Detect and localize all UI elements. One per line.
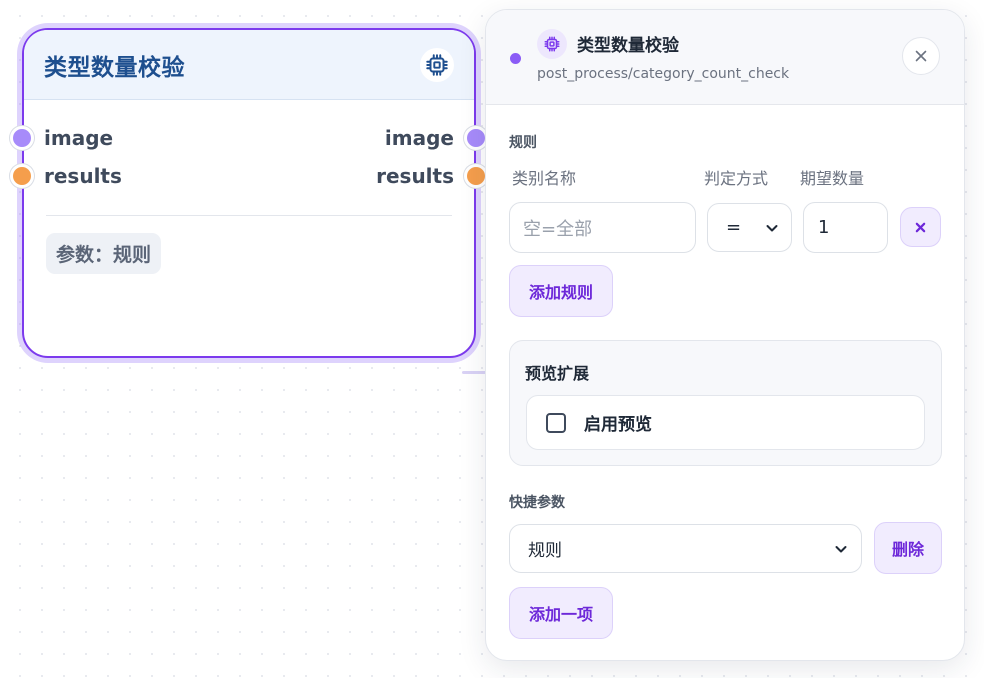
node-divider xyxy=(46,215,452,216)
param-tag: 参数：规则 xyxy=(46,233,162,274)
add-item-button[interactable]: 添加一项 xyxy=(509,587,613,639)
quick-params-section-label: 快捷参数 xyxy=(509,495,565,511)
quick-param-select[interactable]: 规则 xyxy=(509,524,862,573)
panel-header: 类型数量校验 post_process/category_count_check xyxy=(486,10,964,105)
expected-count-input[interactable]: 1 xyxy=(803,202,888,253)
output-label-image: image xyxy=(384,126,454,150)
column-label-category-name: 类别名称 xyxy=(512,169,577,188)
quick-param-value: 规则 xyxy=(528,541,562,561)
enable-preview-checkbox[interactable] xyxy=(546,412,566,433)
preview-extension-section: 预览扩展 启用预览 xyxy=(509,340,942,466)
chevron-down-icon xyxy=(766,224,778,231)
column-label-expected-count: 期望数量 xyxy=(800,169,865,188)
preview-section-label: 预览扩展 xyxy=(525,364,590,383)
chip-icon xyxy=(420,47,454,82)
input-label-image: image xyxy=(44,126,114,150)
category-name-input[interactable]: 空=全部 xyxy=(509,202,696,253)
input-label-results: results xyxy=(44,164,122,188)
rules-section-label: 规则 xyxy=(509,135,537,151)
node-category-count-check[interactable]: 类型数量校验 image image results results 参数：规则 xyxy=(10,28,488,358)
node-settings-panel: 类型数量校验 post_process/category_count_check… xyxy=(485,9,965,661)
node-header[interactable]: 类型数量校验 xyxy=(24,30,474,100)
add-rule-button[interactable]: 添加规则 xyxy=(509,265,613,317)
node-title: 类型数量校验 xyxy=(44,54,185,81)
input-port-image[interactable] xyxy=(10,126,34,150)
enable-preview-row[interactable]: 启用预览 xyxy=(526,395,925,450)
column-label-judge-mode: 判定方式 xyxy=(704,169,769,188)
judge-mode-value: = xyxy=(726,217,742,238)
delete-quick-param-button[interactable]: 删除 xyxy=(874,522,942,574)
chip-icon xyxy=(537,29,567,59)
panel-title: 类型数量校验 xyxy=(577,36,679,56)
input-port-results[interactable] xyxy=(10,164,34,188)
chevron-down-icon xyxy=(835,545,847,552)
close-icon xyxy=(915,50,927,62)
output-label-results: results xyxy=(376,164,454,188)
port-row-image: image image xyxy=(10,123,488,153)
status-dot xyxy=(510,53,521,64)
judge-mode-select[interactable]: = xyxy=(707,203,792,252)
panel-node-path: post_process/category_count_check xyxy=(537,66,790,82)
port-row-results: results results xyxy=(10,161,488,191)
remove-rule-button[interactable] xyxy=(900,207,941,247)
close-button[interactable] xyxy=(902,37,940,75)
enable-preview-label: 启用预览 xyxy=(584,415,652,435)
close-icon xyxy=(915,222,926,232)
